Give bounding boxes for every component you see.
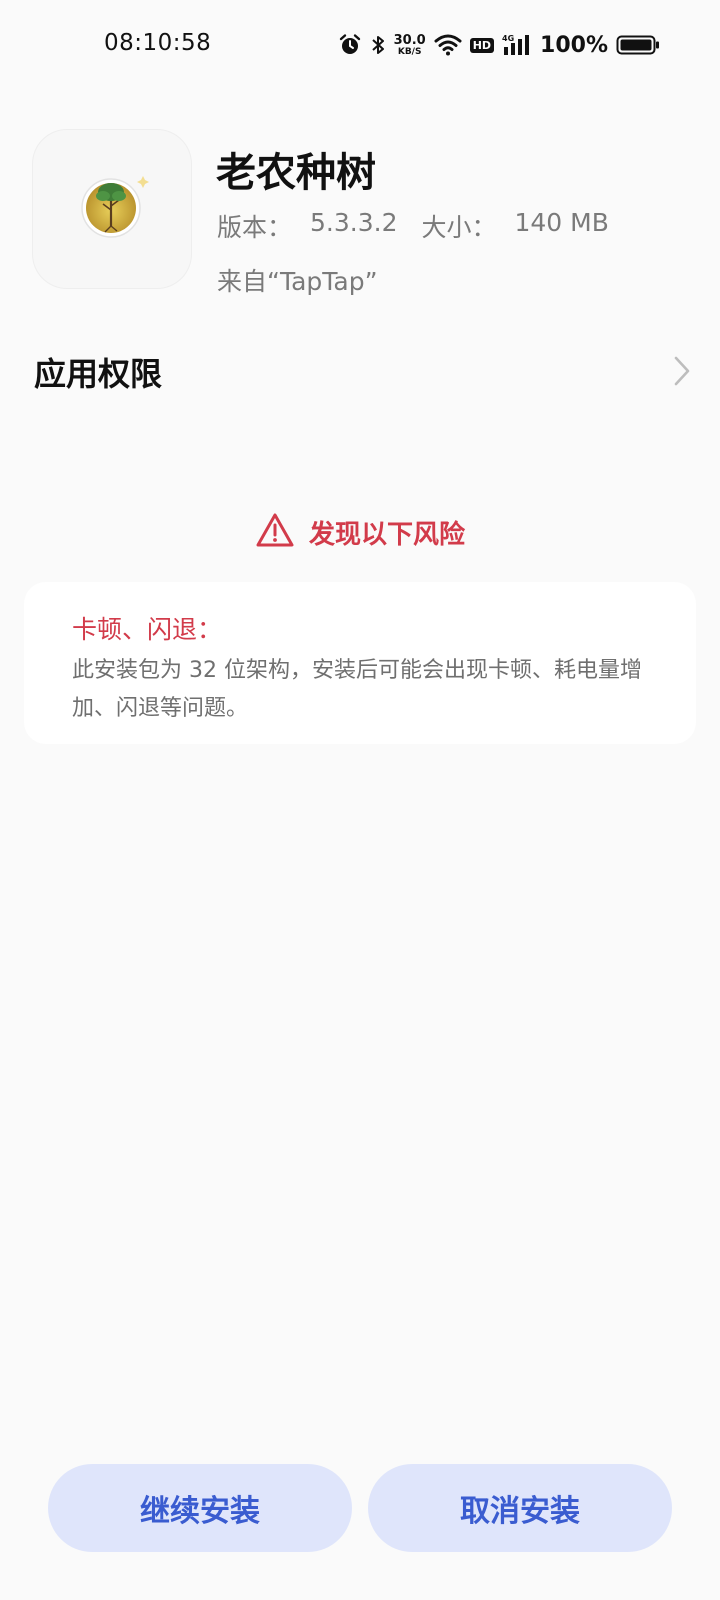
battery-percent: 100% <box>540 32 608 58</box>
network-speed-unit: KB/S <box>397 46 422 57</box>
alarm-icon <box>338 33 362 57</box>
hd-badge: HD <box>469 37 495 53</box>
status-icons: 30.0 KB/S HD 4G 100% <box>338 28 660 62</box>
risk-title: 卡顿、闪退： <box>72 615 223 644</box>
continue-install-button[interactable]: 继续安装 <box>48 1464 352 1552</box>
network-type-label: 4G <box>502 34 514 43</box>
risk-heading-text: 发现以下风险 <box>308 519 465 550</box>
bluetooth-icon <box>370 33 386 57</box>
app-meta: 版本： 5.3.3.2 大小： 140 MB <box>217 208 609 244</box>
risk-description: 此安装包为 32 位架构，安装后可能会出现卡顿、耗电量增加、闪退等问题。 <box>72 658 642 721</box>
size-value: 140 MB <box>514 208 609 237</box>
app-name: 老农种树 <box>216 150 376 196</box>
cellular-signal-icon: 4G <box>502 33 532 57</box>
app-permissions-row[interactable]: 应用权限 <box>0 335 720 405</box>
network-speed: 30.0 KB/S <box>394 34 426 57</box>
meta-spacer <box>397 208 421 244</box>
warning-icon <box>255 512 295 552</box>
app-icon <box>33 130 191 288</box>
size-label: 大小： <box>421 213 497 242</box>
risk-card: 卡顿、闪退： 此安装包为 32 位架构，安装后可能会出现卡顿、耗电量增加、闪退等… <box>24 582 696 744</box>
status-time: 08:10:58 <box>104 30 212 56</box>
chevron-right-icon <box>672 355 692 391</box>
version-label: 版本： <box>217 213 293 242</box>
battery-icon <box>616 34 660 56</box>
app-source: 来自“TapTap” <box>217 267 378 296</box>
cancel-install-button[interactable]: 取消安装 <box>368 1464 672 1552</box>
status-bar: 08:10:58 30.0 KB/S HD 4G 100% <box>0 0 720 90</box>
risk-heading: 发现以下风险 <box>0 512 720 552</box>
network-speed-value: 30.0 <box>393 32 426 48</box>
tree-icon <box>81 176 149 238</box>
wifi-icon <box>434 34 462 56</box>
app-permissions-label: 应用权限 <box>34 355 163 393</box>
version-value: 5.3.3.2 <box>310 208 398 237</box>
